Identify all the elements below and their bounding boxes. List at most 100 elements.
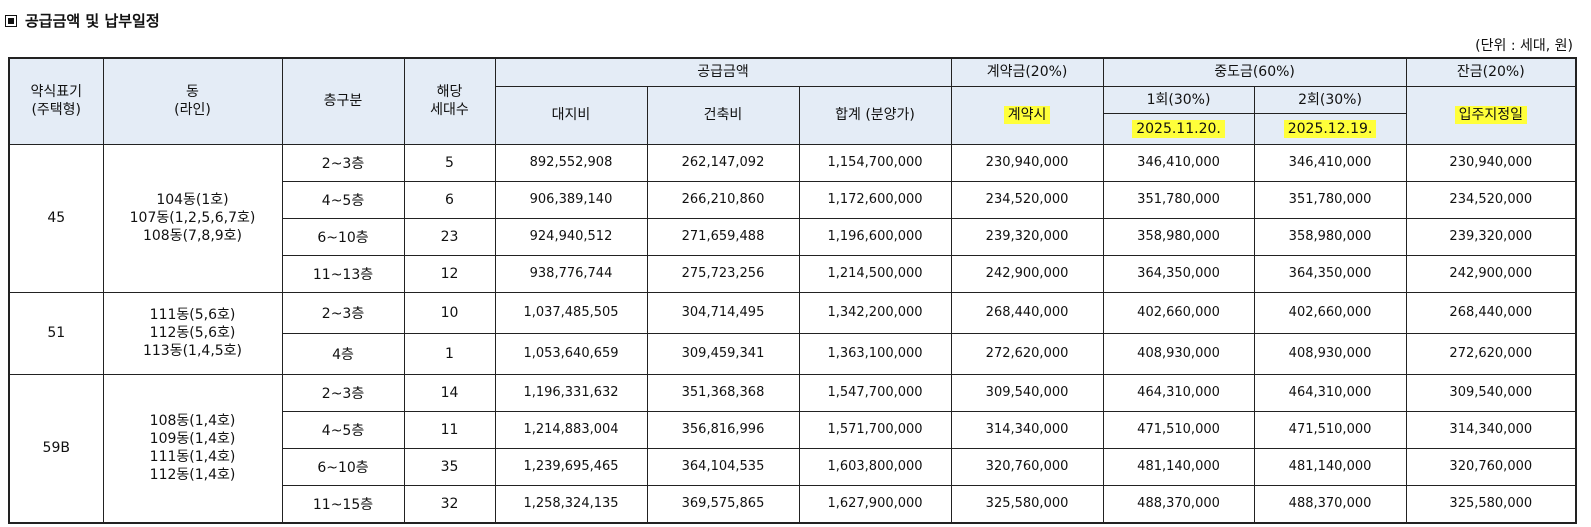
dong-cell: 104동(1호) 107동(1,2,5,6,7호) 108동(7,8,9호) <box>102 143 283 293</box>
section-title-text: 공급금액 및 납부일정 <box>25 12 160 30</box>
mid1-cell: 464,310,000 <box>1102 373 1255 412</box>
balance-cell: 242,900,000 <box>1405 254 1577 293</box>
header-middle1-date: 2025.11.20. <box>1102 112 1255 145</box>
land-cell: 1,053,640,659 <box>494 332 648 375</box>
total-cell: 1,571,700,000 <box>798 410 952 449</box>
total-cell: 1,342,200,000 <box>798 291 952 334</box>
land-cell: 1,037,485,505 <box>494 291 648 334</box>
header-supply: 공급금액 <box>494 57 952 87</box>
dong-cell: 108동(1,4호) 109동(1,4호) 111동(1,4호) 112동(1,… <box>102 373 283 523</box>
deposit-cell: 268,440,000 <box>950 291 1104 334</box>
floor-cell: 4~5층 <box>281 410 405 449</box>
header-households: 해당 세대수 <box>403 57 496 145</box>
header-balance-when: 입주지정일 <box>1405 85 1577 145</box>
type-cell: 51 <box>8 291 104 375</box>
land-cell: 938,776,744 <box>494 254 648 293</box>
building-cell: 364,104,535 <box>646 447 800 486</box>
count-cell: 12 <box>403 254 496 293</box>
dong-line: 107동(1,2,5,6,7호) <box>129 210 256 226</box>
deposit-when-highlight: 계약시 <box>1003 106 1051 124</box>
supply-price-table: 약식표기 (주택형) 동 (라인) 층구분 해당 세대수 공급금액 계약금(20… <box>8 57 1578 524</box>
type-cell: 59B <box>8 373 104 523</box>
total-cell: 1,154,700,000 <box>798 143 952 182</box>
dong-line: 112동(5,6호) <box>149 325 236 341</box>
count-cell: 14 <box>403 373 496 412</box>
header-building: 건축비 <box>646 85 800 145</box>
header-middle1: 1회(30%) <box>1102 85 1255 114</box>
floor-cell: 11~15층 <box>281 484 405 523</box>
dong-line: 104동(1호) <box>156 192 229 208</box>
building-cell: 309,459,341 <box>646 332 800 375</box>
balance-cell: 314,340,000 <box>1405 410 1577 449</box>
mid2-cell: 402,660,000 <box>1253 291 1407 334</box>
mid1-cell: 481,140,000 <box>1102 447 1255 486</box>
header-middle2-date: 2025.12.19. <box>1253 112 1407 145</box>
building-cell: 266,210,860 <box>646 180 800 219</box>
land-cell: 906,389,140 <box>494 180 648 219</box>
floor-cell: 6~10층 <box>281 447 405 486</box>
land-cell: 1,214,883,004 <box>494 410 648 449</box>
deposit-cell: 234,520,000 <box>950 180 1104 219</box>
deposit-cell: 325,580,000 <box>950 484 1104 523</box>
mid1-cell: 402,660,000 <box>1102 291 1255 334</box>
table-row: 59B 108동(1,4호) 109동(1,4호) 111동(1,4호) 112… <box>8 373 1577 523</box>
square-bullet-icon <box>5 14 17 27</box>
mid1-cell: 488,370,000 <box>1102 484 1255 523</box>
unit-note: (단위 : 세대, 원) <box>1475 38 1573 54</box>
balance-when-highlight: 입주지정일 <box>1454 106 1527 124</box>
deposit-cell: 272,620,000 <box>950 332 1104 375</box>
header-households-sub: 세대수 <box>430 102 469 119</box>
total-cell: 1,547,700,000 <box>798 373 952 412</box>
table-header: 약식표기 (주택형) 동 (라인) 층구분 해당 세대수 공급금액 계약금(20… <box>8 57 1577 145</box>
count-cell: 11 <box>403 410 496 449</box>
header-floor: 층구분 <box>281 57 405 145</box>
header-type: 약식표기 (주택형) <box>8 57 104 145</box>
header-total: 합계 (분양가) <box>798 85 952 145</box>
land-cell: 1,258,324,135 <box>494 484 648 523</box>
balance-cell: 239,320,000 <box>1405 217 1577 256</box>
total-cell: 1,363,100,000 <box>798 332 952 375</box>
balance-cell: 234,520,000 <box>1405 180 1577 219</box>
dong-line: 111동(1,4호) <box>149 449 236 465</box>
floor-cell: 2~3층 <box>281 291 405 334</box>
building-cell: 275,723,256 <box>646 254 800 293</box>
mid1-cell: 364,350,000 <box>1102 254 1255 293</box>
mid2-cell: 481,140,000 <box>1253 447 1407 486</box>
type-cell: 45 <box>8 143 104 293</box>
header-deposit-when: 계약시 <box>950 85 1104 145</box>
middle2-date-highlight: 2025.12.19. <box>1283 119 1377 138</box>
land-cell: 892,552,908 <box>494 143 648 182</box>
total-cell: 1,214,500,000 <box>798 254 952 293</box>
mid2-cell: 364,350,000 <box>1253 254 1407 293</box>
dong-line: 111동(5,6호) <box>149 307 236 323</box>
floor-cell: 11~13층 <box>281 254 405 293</box>
building-cell: 304,714,495 <box>646 291 800 334</box>
total-cell: 1,627,900,000 <box>798 484 952 523</box>
floor-cell: 4~5층 <box>281 180 405 219</box>
header-dong-sub: (라인) <box>174 102 211 119</box>
deposit-cell: 314,340,000 <box>950 410 1104 449</box>
dong-line: 109동(1,4호) <box>149 431 236 447</box>
land-cell: 1,196,331,632 <box>494 373 648 412</box>
count-cell: 23 <box>403 217 496 256</box>
total-cell: 1,172,600,000 <box>798 180 952 219</box>
balance-cell: 320,760,000 <box>1405 447 1577 486</box>
building-cell: 262,147,092 <box>646 143 800 182</box>
header-balance: 잔금(20%) <box>1405 57 1577 87</box>
building-cell: 271,659,488 <box>646 217 800 256</box>
deposit-cell: 320,760,000 <box>950 447 1104 486</box>
dong-line: 108동(7,8,9호) <box>142 228 243 244</box>
mid2-cell: 471,510,000 <box>1253 410 1407 449</box>
deposit-cell: 230,940,000 <box>950 143 1104 182</box>
floor-cell: 2~3층 <box>281 143 405 182</box>
dong-cell: 111동(5,6호) 112동(5,6호) 113동(1,4,5호) <box>102 291 283 375</box>
mid1-cell: 471,510,000 <box>1102 410 1255 449</box>
header-dong: 동 (라인) <box>102 57 283 145</box>
land-cell: 924,940,512 <box>494 217 648 256</box>
header-dong-label: 동 <box>186 84 199 101</box>
section-title: 공급금액 및 납부일정 <box>5 10 160 31</box>
land-cell: 1,239,695,465 <box>494 447 648 486</box>
deposit-cell: 239,320,000 <box>950 217 1104 256</box>
building-cell: 369,575,865 <box>646 484 800 523</box>
count-cell: 5 <box>403 143 496 182</box>
